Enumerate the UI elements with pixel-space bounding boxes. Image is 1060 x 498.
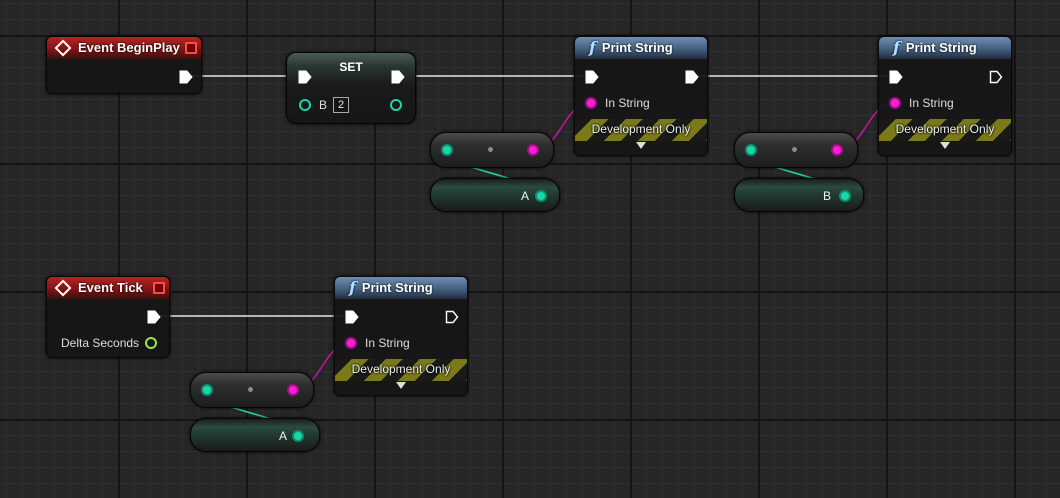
conversion-node-3[interactable] xyxy=(190,372,314,408)
set-variable-label: B xyxy=(319,98,328,112)
exec-in-pin[interactable] xyxy=(889,70,903,84)
in-string-pin[interactable] xyxy=(889,97,901,109)
delegate-pin-icon[interactable] xyxy=(153,282,165,294)
exec-out-pin[interactable] xyxy=(147,310,161,324)
print-string-node-1[interactable]: f Print String In String Development Onl… xyxy=(574,36,708,156)
exec-in-pin[interactable] xyxy=(298,70,312,84)
set-output-pin[interactable] xyxy=(390,99,402,111)
chevron-down-icon[interactable] xyxy=(940,142,950,149)
in-string-label: In String xyxy=(605,96,650,110)
print-string-2-title: Print String xyxy=(905,40,977,55)
function-icon: f xyxy=(893,38,900,57)
in-string-label: In String xyxy=(909,96,954,110)
exec-in-pin[interactable] xyxy=(345,310,359,324)
print-string-node-2[interactable]: f Print String In String Development Onl… xyxy=(878,36,1012,156)
development-only-banner: Development Only xyxy=(575,119,707,141)
function-icon: f xyxy=(589,38,596,57)
conversion-center-dot xyxy=(248,387,253,392)
chevron-down-icon[interactable] xyxy=(636,142,646,149)
get-variable-b-label: B xyxy=(823,189,832,203)
delta-seconds-label: Delta Seconds xyxy=(61,336,140,350)
exec-out-pin[interactable] xyxy=(391,70,405,84)
conversion-input-pin[interactable] xyxy=(441,144,453,156)
conversion-center-dot xyxy=(488,147,493,152)
get-variable-output-pin[interactable] xyxy=(292,430,304,442)
exec-out-pin[interactable] xyxy=(179,70,193,84)
set-node[interactable]: SET B 2 xyxy=(286,52,416,124)
set-input-pin[interactable] xyxy=(299,99,311,111)
diamond-icon xyxy=(54,39,72,57)
print-string-2-header[interactable]: f Print String xyxy=(879,37,1011,59)
conversion-output-pin[interactable] xyxy=(287,384,299,396)
conversion-node-2[interactable] xyxy=(734,132,858,168)
function-icon: f xyxy=(349,278,356,297)
get-variable-output-pin[interactable] xyxy=(535,190,547,202)
set-value-field[interactable]: 2 xyxy=(333,97,349,113)
exec-out-pin[interactable] xyxy=(685,70,699,84)
conversion-input-pin[interactable] xyxy=(201,384,213,396)
get-variable-a-label: A xyxy=(279,429,288,443)
in-string-pin[interactable] xyxy=(585,97,597,109)
diamond-icon xyxy=(54,279,72,297)
event-beginplay-node[interactable]: Event BeginPlay xyxy=(46,36,202,94)
get-variable-output-pin[interactable] xyxy=(839,190,851,202)
exec-in-pin[interactable] xyxy=(585,70,599,84)
print-string-1-title: Print String xyxy=(601,40,673,55)
conversion-node-1[interactable] xyxy=(430,132,554,168)
exec-out-pin-unconnected[interactable] xyxy=(445,310,459,324)
in-string-pin[interactable] xyxy=(345,337,357,349)
print-string-1-header[interactable]: f Print String xyxy=(575,37,707,59)
event-tick-title: Event Tick xyxy=(78,280,143,295)
delta-seconds-pin[interactable] xyxy=(145,337,157,349)
development-only-banner: Development Only xyxy=(879,119,1011,141)
get-variable-a-node-1[interactable]: A xyxy=(430,178,560,212)
delegate-pin-icon[interactable] xyxy=(185,42,197,54)
conversion-center-dot xyxy=(792,147,797,152)
exec-out-pin-unconnected[interactable] xyxy=(989,70,1003,84)
conversion-output-pin[interactable] xyxy=(831,144,843,156)
in-string-label: In String xyxy=(365,336,410,350)
event-beginplay-title: Event BeginPlay xyxy=(78,40,180,55)
event-tick-header[interactable]: Event Tick xyxy=(47,277,169,299)
print-string-3-header[interactable]: f Print String xyxy=(335,277,467,299)
print-string-node-3[interactable]: f Print String In String Development Onl… xyxy=(334,276,468,396)
print-string-3-title: Print String xyxy=(361,280,433,295)
conversion-output-pin[interactable] xyxy=(527,144,539,156)
development-only-banner: Development Only xyxy=(335,359,467,381)
get-variable-b-node[interactable]: B xyxy=(734,178,864,212)
get-variable-a-node-2[interactable]: A xyxy=(190,418,320,452)
conversion-input-pin[interactable] xyxy=(745,144,757,156)
chevron-down-icon[interactable] xyxy=(396,382,406,389)
event-tick-node[interactable]: Event Tick Delta Seconds xyxy=(46,276,170,358)
event-beginplay-header[interactable]: Event BeginPlay xyxy=(47,37,201,59)
get-variable-a-label: A xyxy=(521,189,530,203)
